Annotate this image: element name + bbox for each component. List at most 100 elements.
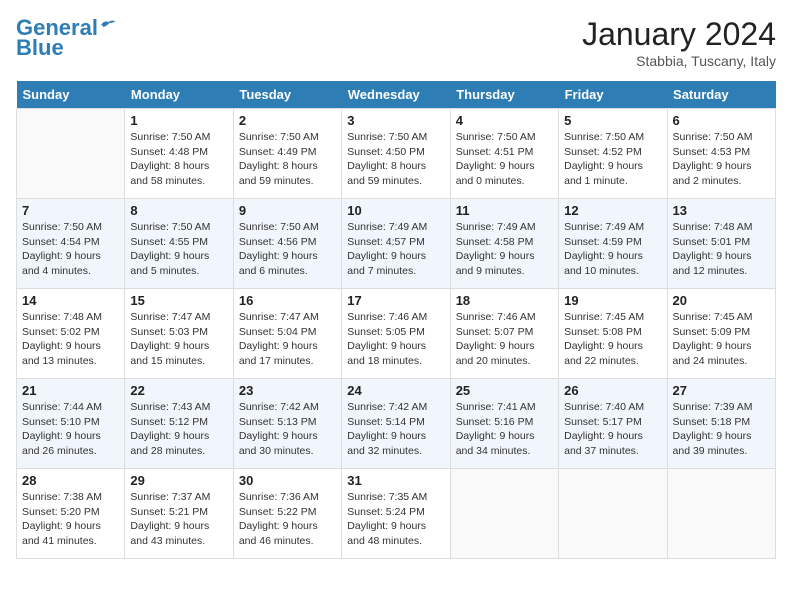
- day-cell: 26 Sunrise: 7:40 AMSunset: 5:17 PMDayligh…: [559, 379, 667, 469]
- day-detail: Sunrise: 7:48 AMSunset: 5:02 PMDaylight:…: [22, 310, 119, 369]
- location-subtitle: Stabbia, Tuscany, Italy: [582, 53, 776, 69]
- col-header-saturday: Saturday: [667, 81, 775, 109]
- day-number: 16: [239, 293, 336, 308]
- day-number: 9: [239, 203, 336, 218]
- day-cell: 15 Sunrise: 7:47 AMSunset: 5:03 PMDayligh…: [125, 289, 233, 379]
- col-header-wednesday: Wednesday: [342, 81, 450, 109]
- day-number: 30: [239, 473, 336, 488]
- day-detail: Sunrise: 7:50 AMSunset: 4:49 PMDaylight:…: [239, 130, 336, 189]
- day-detail: Sunrise: 7:50 AMSunset: 4:53 PMDaylight:…: [673, 130, 770, 189]
- day-cell: 20 Sunrise: 7:45 AMSunset: 5:09 PMDayligh…: [667, 289, 775, 379]
- day-cell: 7Sunrise: 7:50 AMSunset: 4:54 PMDaylight…: [17, 199, 125, 289]
- day-number: 25: [456, 383, 553, 398]
- month-title: January 2024: [582, 16, 776, 53]
- day-cell: 30 Sunrise: 7:36 AMSunset: 5:22 PMDayligh…: [233, 469, 341, 559]
- day-detail: Sunrise: 7:47 AMSunset: 5:04 PMDaylight:…: [239, 310, 336, 369]
- day-number: 15: [130, 293, 227, 308]
- day-cell: 2 Sunrise: 7:50 AMSunset: 4:49 PMDaylight…: [233, 109, 341, 199]
- week-row: 28 Sunrise: 7:38 AMSunset: 5:20 PMDayligh…: [17, 469, 776, 559]
- day-detail: Sunrise: 7:49 AMSunset: 4:59 PMDaylight:…: [564, 220, 661, 279]
- logo-blue-text: Blue: [16, 36, 64, 60]
- title-area: January 2024 Stabbia, Tuscany, Italy: [582, 16, 776, 69]
- day-detail: Sunrise: 7:35 AMSunset: 5:24 PMDaylight:…: [347, 490, 444, 549]
- day-cell: [17, 109, 125, 199]
- day-detail: Sunrise: 7:40 AMSunset: 5:17 PMDaylight:…: [564, 400, 661, 459]
- day-cell: 29 Sunrise: 7:37 AMSunset: 5:21 PMDayligh…: [125, 469, 233, 559]
- day-cell: 24Sunrise: 7:42 AMSunset: 5:14 PMDayligh…: [342, 379, 450, 469]
- day-cell: [450, 469, 558, 559]
- header-row: SundayMondayTuesdayWednesdayThursdayFrid…: [17, 81, 776, 109]
- day-detail: Sunrise: 7:50 AMSunset: 4:55 PMDaylight:…: [130, 220, 227, 279]
- day-number: 22: [130, 383, 227, 398]
- day-number: 14: [22, 293, 119, 308]
- col-header-sunday: Sunday: [17, 81, 125, 109]
- day-number: 5: [564, 113, 661, 128]
- day-number: 7: [22, 203, 119, 218]
- day-number: 8: [130, 203, 227, 218]
- day-cell: 19Sunrise: 7:45 AMSunset: 5:08 PMDayligh…: [559, 289, 667, 379]
- day-number: 4: [456, 113, 553, 128]
- day-detail: Sunrise: 7:37 AMSunset: 5:21 PMDaylight:…: [130, 490, 227, 549]
- day-number: 26: [564, 383, 661, 398]
- logo-icon: [100, 18, 118, 30]
- logo: General Blue: [16, 16, 118, 60]
- day-detail: Sunrise: 7:50 AMSunset: 4:48 PMDaylight:…: [130, 130, 227, 189]
- day-cell: 11Sunrise: 7:49 AMSunset: 4:58 PMDayligh…: [450, 199, 558, 289]
- day-cell: 1 Sunrise: 7:50 AMSunset: 4:48 PMDaylight…: [125, 109, 233, 199]
- day-detail: Sunrise: 7:46 AMSunset: 5:05 PMDaylight:…: [347, 310, 444, 369]
- day-cell: 5Sunrise: 7:50 AMSunset: 4:52 PMDaylight…: [559, 109, 667, 199]
- day-detail: Sunrise: 7:45 AMSunset: 5:08 PMDaylight:…: [564, 310, 661, 369]
- day-number: 29: [130, 473, 227, 488]
- day-cell: 25 Sunrise: 7:41 AMSunset: 5:16 PMDayligh…: [450, 379, 558, 469]
- week-row: 1 Sunrise: 7:50 AMSunset: 4:48 PMDaylight…: [17, 109, 776, 199]
- day-cell: 3 Sunrise: 7:50 AMSunset: 4:50 PMDaylight…: [342, 109, 450, 199]
- day-number: 1: [130, 113, 227, 128]
- page-header: General Blue January 2024 Stabbia, Tusca…: [16, 16, 776, 69]
- day-cell: 6 Sunrise: 7:50 AMSunset: 4:53 PMDaylight…: [667, 109, 775, 199]
- day-cell: 10Sunrise: 7:49 AMSunset: 4:57 PMDayligh…: [342, 199, 450, 289]
- day-number: 20: [673, 293, 770, 308]
- day-number: 23: [239, 383, 336, 398]
- day-cell: 17 Sunrise: 7:46 AMSunset: 5:05 PMDayligh…: [342, 289, 450, 379]
- day-detail: Sunrise: 7:42 AMSunset: 5:14 PMDaylight:…: [347, 400, 444, 459]
- day-detail: Sunrise: 7:46 AMSunset: 5:07 PMDaylight:…: [456, 310, 553, 369]
- day-detail: Sunrise: 7:50 AMSunset: 4:51 PMDaylight:…: [456, 130, 553, 189]
- day-detail: Sunrise: 7:47 AMSunset: 5:03 PMDaylight:…: [130, 310, 227, 369]
- day-number: 11: [456, 203, 553, 218]
- day-number: 18: [456, 293, 553, 308]
- day-number: 3: [347, 113, 444, 128]
- day-cell: 27 Sunrise: 7:39 AMSunset: 5:18 PMDayligh…: [667, 379, 775, 469]
- day-detail: Sunrise: 7:38 AMSunset: 5:20 PMDaylight:…: [22, 490, 119, 549]
- day-cell: 12 Sunrise: 7:49 AMSunset: 4:59 PMDayligh…: [559, 199, 667, 289]
- day-detail: Sunrise: 7:43 AMSunset: 5:12 PMDaylight:…: [130, 400, 227, 459]
- week-row: 21Sunrise: 7:44 AMSunset: 5:10 PMDayligh…: [17, 379, 776, 469]
- day-detail: Sunrise: 7:50 AMSunset: 4:50 PMDaylight:…: [347, 130, 444, 189]
- col-header-friday: Friday: [559, 81, 667, 109]
- day-detail: Sunrise: 7:39 AMSunset: 5:18 PMDaylight:…: [673, 400, 770, 459]
- day-cell: 23 Sunrise: 7:42 AMSunset: 5:13 PMDayligh…: [233, 379, 341, 469]
- day-number: 17: [347, 293, 444, 308]
- day-detail: Sunrise: 7:50 AMSunset: 4:56 PMDaylight:…: [239, 220, 336, 279]
- day-number: 6: [673, 113, 770, 128]
- col-header-monday: Monday: [125, 81, 233, 109]
- day-cell: 16 Sunrise: 7:47 AMSunset: 5:04 PMDayligh…: [233, 289, 341, 379]
- day-cell: 8 Sunrise: 7:50 AMSunset: 4:55 PMDaylight…: [125, 199, 233, 289]
- day-cell: 14 Sunrise: 7:48 AMSunset: 5:02 PMDayligh…: [17, 289, 125, 379]
- day-cell: [559, 469, 667, 559]
- calendar-table: SundayMondayTuesdayWednesdayThursdayFrid…: [16, 81, 776, 559]
- day-number: 28: [22, 473, 119, 488]
- day-detail: Sunrise: 7:36 AMSunset: 5:22 PMDaylight:…: [239, 490, 336, 549]
- day-number: 21: [22, 383, 119, 398]
- day-number: 27: [673, 383, 770, 398]
- day-cell: 9 Sunrise: 7:50 AMSunset: 4:56 PMDaylight…: [233, 199, 341, 289]
- day-cell: 21Sunrise: 7:44 AMSunset: 5:10 PMDayligh…: [17, 379, 125, 469]
- day-detail: Sunrise: 7:48 AMSunset: 5:01 PMDaylight:…: [673, 220, 770, 279]
- day-number: 12: [564, 203, 661, 218]
- day-detail: Sunrise: 7:41 AMSunset: 5:16 PMDaylight:…: [456, 400, 553, 459]
- day-number: 2: [239, 113, 336, 128]
- day-detail: Sunrise: 7:42 AMSunset: 5:13 PMDaylight:…: [239, 400, 336, 459]
- week-row: 7Sunrise: 7:50 AMSunset: 4:54 PMDaylight…: [17, 199, 776, 289]
- day-number: 10: [347, 203, 444, 218]
- day-detail: Sunrise: 7:45 AMSunset: 5:09 PMDaylight:…: [673, 310, 770, 369]
- day-cell: 28 Sunrise: 7:38 AMSunset: 5:20 PMDayligh…: [17, 469, 125, 559]
